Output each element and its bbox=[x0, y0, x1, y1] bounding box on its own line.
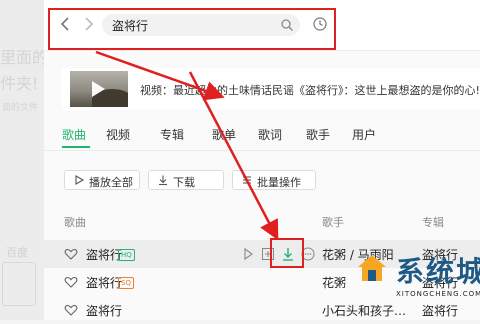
play-icon[interactable] bbox=[240, 246, 256, 262]
tab-users[interactable]: 用户 bbox=[352, 126, 376, 143]
batch-operation-button[interactable]: 批量操作 bbox=[232, 170, 316, 190]
watermark-text: 系统城 bbox=[396, 255, 480, 288]
column-header-singer: 歌手 bbox=[322, 216, 344, 229]
watermark-url: XITONGCHENG.COM bbox=[396, 290, 480, 298]
play-icon bbox=[75, 175, 85, 185]
download-button[interactable]: 下载 bbox=[148, 170, 224, 190]
watermark: 系统城 XITONGCHENG.COM bbox=[348, 240, 480, 310]
play-all-button[interactable]: 播放全部 bbox=[64, 170, 140, 190]
house-logo-icon bbox=[358, 255, 386, 281]
batch-operation-label: 批量操作 bbox=[257, 176, 301, 189]
column-header-song: 歌曲 bbox=[64, 216, 86, 229]
song-title[interactable]: 盗将行 bbox=[86, 302, 122, 319]
annotation-highlight-search bbox=[48, 8, 336, 50]
video-thumbnail[interactable] bbox=[70, 71, 128, 107]
song-title[interactable]: 盗将行 bbox=[86, 246, 122, 263]
background-panel: 里面的 件夹! 面的文件 百度 bbox=[0, 0, 48, 320]
heart-icon[interactable] bbox=[64, 303, 78, 317]
list-icon bbox=[243, 176, 251, 184]
background-text: 百度 bbox=[6, 246, 28, 259]
song-singer[interactable]: 花粥 bbox=[322, 274, 346, 291]
play-icon bbox=[92, 81, 105, 97]
video-result-banner[interactable]: 视频：最近超火的土味情话民谣《盗将行》：这世上最想盗的是你的心! bbox=[62, 68, 480, 110]
quality-badge: SQ bbox=[118, 277, 134, 289]
column-header-album: 专辑 bbox=[422, 216, 444, 229]
divider bbox=[44, 150, 480, 151]
tab-albums[interactable]: 专辑 bbox=[160, 126, 184, 143]
background-text: 件夹! bbox=[0, 74, 39, 93]
play-all-label: 播放全部 bbox=[89, 176, 133, 189]
heart-icon[interactable] bbox=[64, 247, 78, 261]
download-label: 下载 bbox=[173, 176, 195, 189]
heart-icon[interactable] bbox=[64, 275, 78, 289]
annotation-highlight-download bbox=[270, 238, 304, 268]
active-tab-indicator bbox=[62, 146, 90, 148]
download-icon bbox=[159, 175, 167, 186]
tab-playlists[interactable]: 歌单 bbox=[212, 126, 236, 143]
background-text: 里面的 bbox=[0, 48, 49, 67]
song-title[interactable]: 盗将行 bbox=[86, 274, 122, 291]
tab-videos[interactable]: 视频 bbox=[106, 126, 130, 143]
tab-songs[interactable]: 歌曲 bbox=[62, 126, 86, 143]
quality-badge: HQ bbox=[118, 249, 135, 261]
tab-lyrics[interactable]: 歌词 bbox=[258, 126, 282, 143]
background-text: 面的文件 bbox=[2, 103, 39, 113]
video-title[interactable]: 视频：最近超火的土味情话民谣《盗将行》：这世上最想盗的是你的心! bbox=[140, 82, 480, 98]
tab-singers[interactable]: 歌手 bbox=[306, 126, 330, 143]
background-box bbox=[2, 262, 36, 306]
